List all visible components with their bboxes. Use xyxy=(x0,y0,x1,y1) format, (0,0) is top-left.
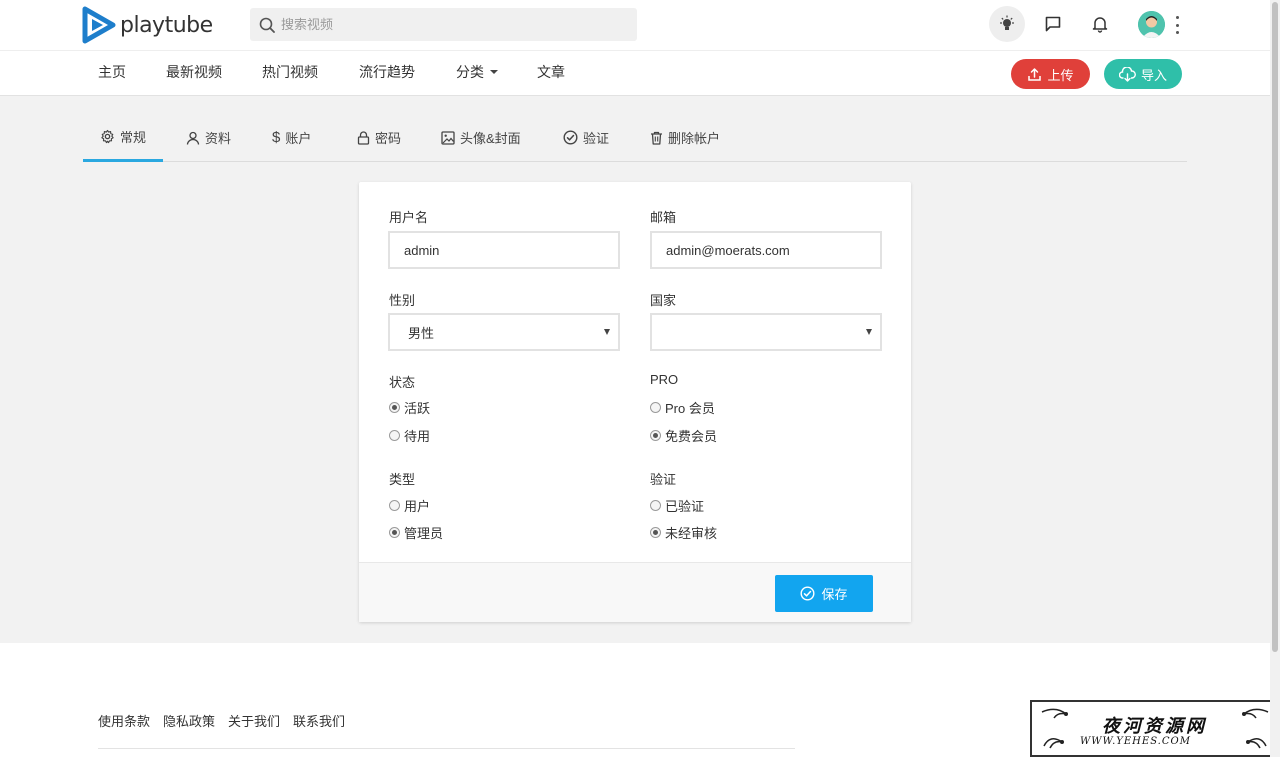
nav-item-home[interactable]: 主页 xyxy=(98,62,126,82)
nav-item-trending[interactable]: 流行趋势 xyxy=(359,62,415,82)
bell-icon[interactable] xyxy=(1082,6,1118,42)
caret-down-icon xyxy=(866,329,872,335)
scrollbar-thumb[interactable] xyxy=(1272,2,1278,652)
logo-text: playtube xyxy=(120,12,213,38)
email-field[interactable] xyxy=(650,231,882,269)
status-inactive-radio[interactable]: 待用 xyxy=(389,426,430,445)
watermark-url: WWW.YEHES.COM xyxy=(1080,736,1191,747)
upload-button[interactable]: 上传 xyxy=(1011,59,1090,89)
nav-item-latest[interactable]: 最新视频 xyxy=(166,62,222,82)
verified-radio[interactable]: 已验证 xyxy=(650,496,704,515)
gender-label: 性别 xyxy=(389,293,416,308)
kebab-icon[interactable] xyxy=(1170,14,1184,36)
type-user-radio[interactable]: 用户 xyxy=(389,496,430,515)
play-logo-icon xyxy=(82,6,116,44)
search-bar xyxy=(250,8,637,41)
user-icon xyxy=(186,131,200,145)
logo[interactable]: playtube xyxy=(82,6,213,44)
check-badge-icon xyxy=(563,130,578,145)
tab-delete-account[interactable]: 删除帐户 xyxy=(650,113,720,162)
gear-icon xyxy=(101,129,114,143)
country-select[interactable] xyxy=(650,313,882,351)
email-label: 邮箱 xyxy=(650,210,677,225)
footer-link-privacy[interactable]: 隐私政策 xyxy=(163,711,215,730)
free-member-radio[interactable]: 免费会员 xyxy=(650,426,717,445)
dollar-icon: $ xyxy=(272,129,281,146)
nav-item-categories[interactable]: 分类 xyxy=(456,62,498,82)
country-label: 国家 xyxy=(650,293,677,308)
radio-checked-icon xyxy=(650,527,661,538)
settings-tabs: 常规 资料 $ 账户 密码 头像&封面 验证 删除帐户 xyxy=(83,113,1187,162)
main-nav: 主页 最新视频 热门视频 流行趋势 分类 文章 上传 导入 xyxy=(0,50,1270,96)
import-button[interactable]: 导入 xyxy=(1104,59,1182,89)
radio-unchecked-icon xyxy=(650,500,661,511)
save-button[interactable]: 保存 xyxy=(775,575,873,612)
watermark-stamp: 夜河资源网 WWW.YEHES.COM xyxy=(1030,700,1280,757)
form-footer: 保存 xyxy=(359,562,911,622)
type-label: 类型 xyxy=(389,472,416,487)
gender-select[interactable]: 男性 xyxy=(388,313,620,351)
tab-general[interactable]: 常规 xyxy=(83,113,164,162)
type-admin-radio[interactable]: 管理员 xyxy=(389,523,443,542)
gender-value: 男性 xyxy=(408,325,435,341)
check-circle-icon xyxy=(800,586,815,601)
image-icon xyxy=(441,130,455,145)
status-active-radio[interactable]: 活跃 xyxy=(389,398,430,417)
radio-checked-icon xyxy=(650,430,661,441)
unverified-radio[interactable]: 未经审核 xyxy=(650,523,717,542)
tab-profile[interactable]: 资料 xyxy=(186,113,231,162)
radio-unchecked-icon xyxy=(650,402,661,413)
footer-link-terms[interactable]: 使用条款 xyxy=(98,711,150,730)
footer-divider xyxy=(98,748,795,749)
search-input[interactable] xyxy=(281,17,601,32)
settings-form-card: 用户名 邮箱 性别 男性 国家 状态 活跃 待用 PRO Pro 会员 免费会员… xyxy=(359,182,911,622)
nav-item-popular[interactable]: 热门视频 xyxy=(262,62,318,82)
upload-icon xyxy=(1028,67,1042,81)
status-label: 状态 xyxy=(389,375,416,390)
tab-account[interactable]: $ 账户 xyxy=(272,113,311,162)
lock-icon xyxy=(357,130,370,145)
cloud-download-icon xyxy=(1118,66,1136,82)
pro-label: PRO xyxy=(650,372,679,387)
pro-member-radio[interactable]: Pro 会员 xyxy=(650,398,715,417)
ornament-icon xyxy=(1041,708,1068,749)
page-scrollbar[interactable] xyxy=(1270,0,1280,757)
verify-label: 验证 xyxy=(650,472,677,487)
nav-item-articles[interactable]: 文章 xyxy=(537,62,565,82)
tab-avatar-cover[interactable]: 头像&封面 xyxy=(441,113,521,162)
caret-down-icon xyxy=(604,329,610,335)
footer-link-about[interactable]: 关于我们 xyxy=(228,711,280,730)
chat-icon[interactable] xyxy=(1035,6,1071,42)
username-field[interactable] xyxy=(388,231,620,269)
search-icon[interactable] xyxy=(259,17,275,33)
bulb-icon[interactable] xyxy=(989,6,1025,42)
radio-checked-icon xyxy=(389,527,400,538)
username-label: 用户名 xyxy=(389,210,429,225)
tab-password[interactable]: 密码 xyxy=(357,113,401,162)
footer-links: 使用条款 隐私政策 关于我们 联系我们 xyxy=(98,711,345,730)
ornament-icon xyxy=(1242,708,1269,749)
radio-unchecked-icon xyxy=(389,430,400,441)
watermark-title: 夜河资源网 xyxy=(1102,716,1207,737)
footer-link-contact[interactable]: 联系我们 xyxy=(293,711,345,730)
trash-icon xyxy=(651,131,662,145)
top-header: playtube xyxy=(0,0,1270,50)
tab-verification[interactable]: 验证 xyxy=(563,113,609,162)
avatar[interactable] xyxy=(1138,11,1165,38)
radio-checked-icon xyxy=(389,402,400,413)
radio-unchecked-icon xyxy=(389,500,400,511)
caret-down-icon xyxy=(490,70,498,74)
